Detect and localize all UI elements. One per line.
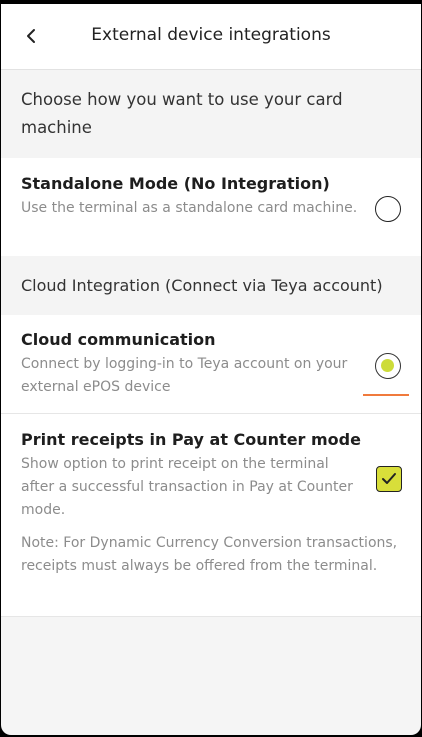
print-receipts-description: Show option to print receipt on the term… (21, 456, 353, 518)
standalone-radio[interactable] (375, 196, 401, 222)
option-cloud-communication[interactable]: Cloud communication Connect by logging-i… (1, 315, 421, 414)
option-print-receipts[interactable]: Print receipts in Pay at Counter mode Sh… (1, 414, 421, 617)
app-header: External device integrations (1, 4, 421, 70)
option-standalone[interactable]: Standalone Mode (No Integration) Use the… (1, 158, 421, 256)
intro-text: Choose how you want to use your card mac… (1, 70, 421, 158)
print-receipts-checkbox[interactable] (376, 466, 402, 492)
cloud-description: Connect by logging-in to Teya account on… (21, 356, 348, 395)
print-receipts-title: Print receipts in Pay at Counter mode (21, 430, 361, 449)
cloud-section-heading: Cloud Integration (Connect via Teya acco… (1, 256, 421, 315)
print-receipts-note: Note: For Dynamic Currency Conversion tr… (21, 535, 398, 574)
focus-underline (363, 394, 409, 396)
cloud-radio[interactable] (375, 353, 401, 379)
check-icon (382, 473, 396, 484)
page-title: External device integrations (91, 25, 331, 45)
screen: External device integrations Choose how … (1, 4, 421, 735)
standalone-description: Use the terminal as a standalone card ma… (21, 200, 358, 216)
standalone-title: Standalone Mode (No Integration) (21, 174, 330, 193)
cloud-title: Cloud communication (21, 330, 216, 349)
